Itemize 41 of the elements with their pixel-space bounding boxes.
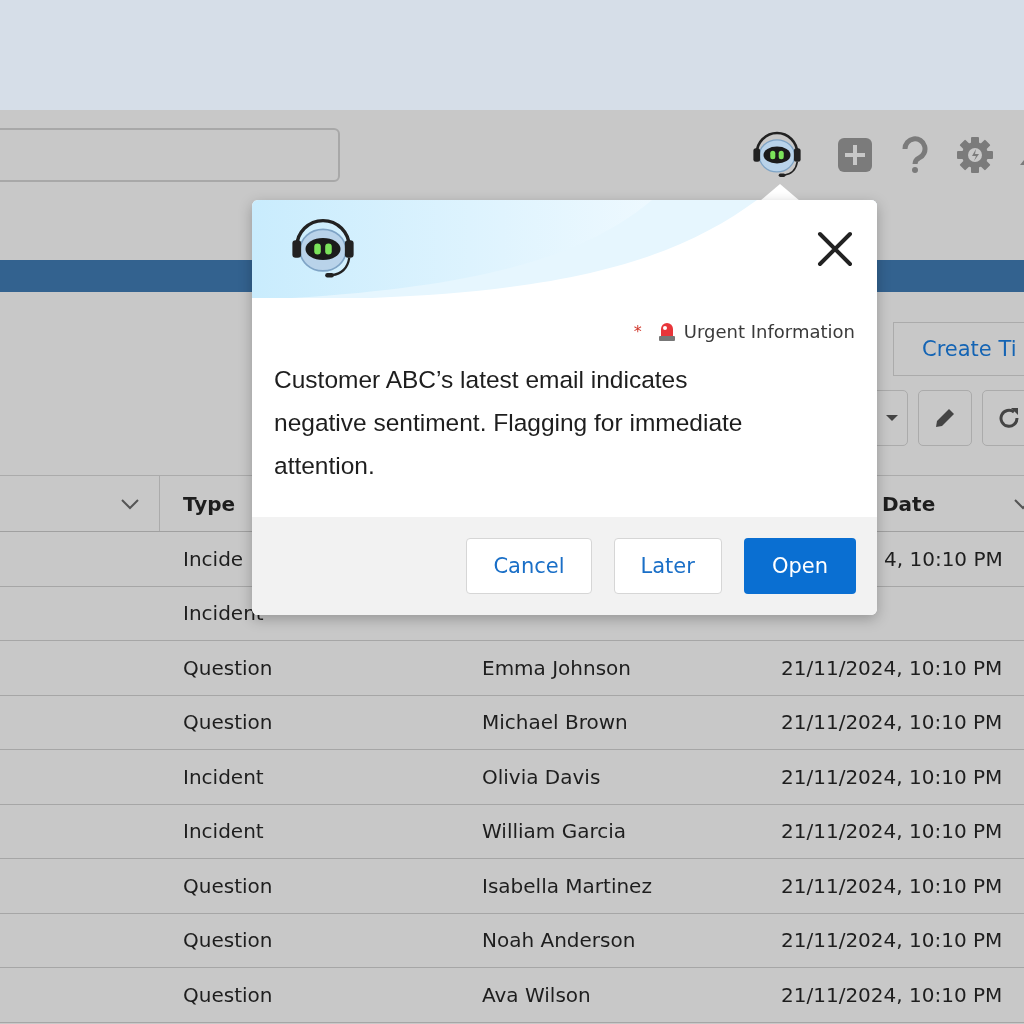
table-cell: Incident — [183, 819, 264, 844]
table-cell: 21/11/2024, 10:10 PM — [781, 873, 1003, 898]
refresh-button[interactable] — [982, 390, 1024, 446]
table-cell: Olivia Davis — [482, 764, 601, 789]
search-field[interactable] — [0, 128, 340, 182]
plus-icon[interactable] — [836, 136, 874, 174]
siren-icon — [657, 320, 676, 342]
table-cell: 21/11/2024, 10:10 PM — [781, 982, 1003, 1007]
table-cell: Question — [183, 982, 273, 1007]
table-cell: Emma Johnson — [482, 655, 632, 680]
open-button[interactable]: Open — [743, 538, 856, 594]
table-cell: 21/11/2024, 10:10 PM — [781, 928, 1003, 953]
chevron-icon[interactable] — [119, 496, 141, 511]
settings-icon[interactable] — [956, 136, 994, 174]
table-cell: 4, 10:10 PM — [884, 546, 1003, 571]
column-header[interactable]: Date — [882, 491, 936, 516]
table-cell: William Garcia — [482, 819, 626, 844]
table-cell: 21/11/2024, 10:10 PM — [781, 764, 1003, 789]
table-cell: 21/11/2024, 10:10 PM — [781, 655, 1003, 680]
table-cell: Incident — [183, 764, 264, 789]
table-cell: Incide — [183, 546, 244, 571]
table-cell: Michael Brown — [482, 710, 628, 735]
action-button[interactable]: Later — [613, 538, 722, 594]
tag-label: Urgent Information — [683, 320, 855, 342]
table-cell: Question — [183, 710, 273, 735]
edit-button[interactable] — [918, 390, 972, 446]
message-text: Customer ABC’s latest email indicates negative sentiment. Flagging for immediate attention. — [273, 365, 744, 481]
table-cell: Noah Anderson — [482, 928, 636, 953]
create-button[interactable]: Create Ti — [893, 322, 1024, 376]
caret-icon — [886, 415, 898, 421]
table-cell: Question — [183, 928, 273, 953]
table-cell: 21/11/2024, 10:10 PM — [781, 710, 1003, 735]
table-cell: Question — [183, 873, 273, 898]
action-button[interactable]: Cancel — [466, 538, 592, 594]
table-cell: Ava Wilson — [482, 982, 591, 1007]
column-header[interactable]: Type — [183, 491, 236, 516]
required-marker: * — [633, 321, 642, 341]
close-button[interactable] — [815, 229, 855, 269]
table-cell: Isabella Martinez — [482, 873, 652, 898]
table-cell: Question — [183, 655, 273, 680]
table-cell: 21/11/2024, 10:10 PM — [781, 819, 1003, 844]
